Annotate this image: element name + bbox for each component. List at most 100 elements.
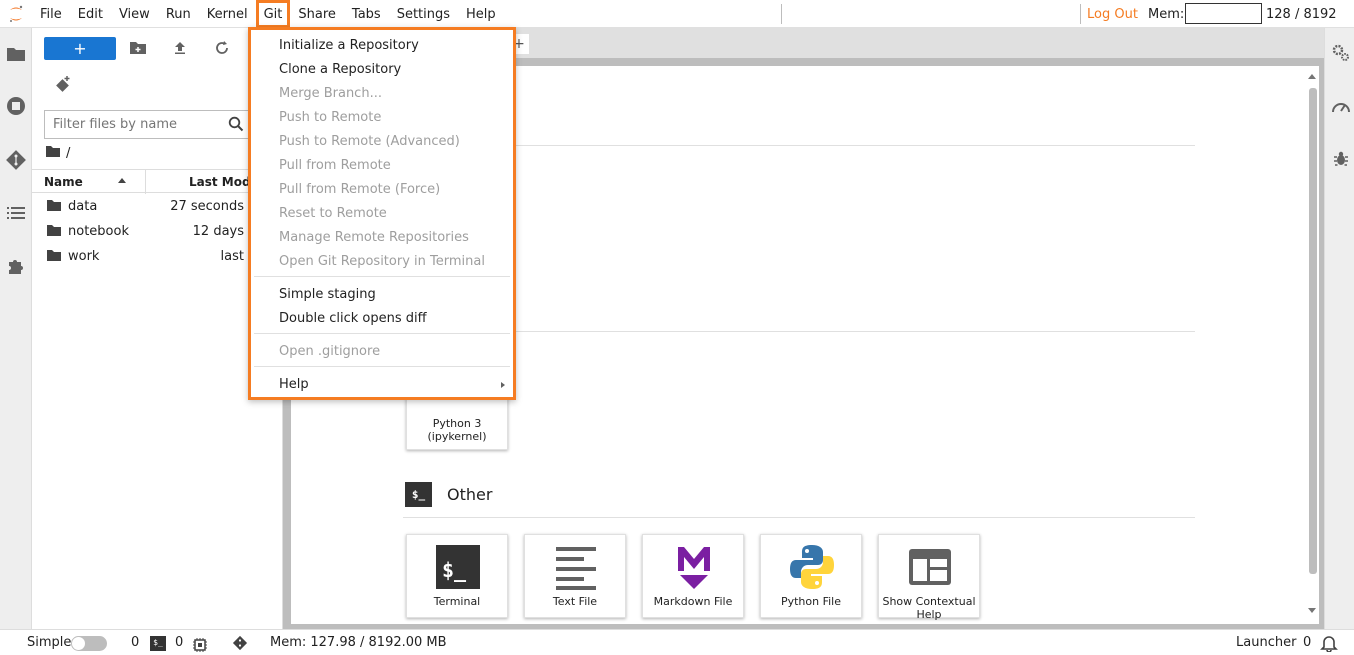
- filter-files-input[interactable]: Filter files by name: [44, 110, 252, 139]
- file-modified: 27 seconds: [170, 199, 244, 214]
- launcher-card-text-file[interactable]: Text File: [524, 534, 626, 618]
- jupyter-logo-icon[interactable]: [0, 0, 32, 28]
- menu-separator: [254, 276, 510, 277]
- memory-usage-bar: [1185, 3, 1262, 24]
- column-name[interactable]: Name: [44, 170, 83, 194]
- file-row[interactable]: notebook 12 days: [32, 219, 283, 244]
- menu-run[interactable]: Run: [158, 0, 199, 28]
- folder-icon: [47, 200, 61, 215]
- simple-mode-toggle[interactable]: [71, 636, 107, 651]
- menu-share[interactable]: Share: [290, 0, 344, 28]
- menu-item-pull-from-remote[interactable]: Pull from Remote: [279, 154, 391, 178]
- menu-settings[interactable]: Settings: [389, 0, 458, 28]
- right-sidebar: [1324, 28, 1354, 629]
- file-row[interactable]: work last: [32, 244, 283, 269]
- resource-usage-icon[interactable]: [1330, 96, 1352, 118]
- launcher-card-python-file[interactable]: Python File: [760, 534, 862, 618]
- kernel-status-icon[interactable]: [193, 636, 207, 655]
- section-divider: [403, 517, 1195, 518]
- extension-manager-icon[interactable]: [0, 252, 32, 280]
- menu-item-merge-branch[interactable]: Merge Branch...: [279, 82, 382, 106]
- notification-bell-icon[interactable]: [1320, 634, 1338, 655]
- file-list-header: Name Last Modi: [32, 169, 283, 194]
- file-row[interactable]: data 27 seconds: [32, 194, 283, 219]
- search-icon: [228, 116, 244, 132]
- menu-kernel[interactable]: Kernel: [199, 0, 256, 28]
- folder-icon[interactable]: [46, 146, 60, 161]
- launcher-card-contextual-help[interactable]: Show Contextual Help: [878, 534, 980, 621]
- debugger-icon[interactable]: [1330, 148, 1352, 170]
- card-label: Python 3 (ipykernel): [427, 417, 487, 443]
- git-icon[interactable]: [0, 146, 32, 174]
- new-folder-icon[interactable]: [128, 38, 148, 58]
- file-modified: 12 days: [192, 224, 244, 239]
- folder-icon[interactable]: [0, 40, 32, 68]
- new-launcher-button[interactable]: +: [44, 37, 116, 60]
- logout-button[interactable]: Log Out: [1087, 0, 1138, 28]
- menu-item-pull-from-remote-force[interactable]: Pull from Remote (Force): [279, 178, 440, 202]
- submenu-arrow-icon: [501, 382, 505, 388]
- running-kernels-icon[interactable]: [0, 92, 32, 120]
- git-status-icon[interactable]: [232, 635, 248, 655]
- status-bar: Simple 0 $_ 0 Mem: 127.98 / 8192.00 MB L…: [0, 629, 1354, 655]
- menu-separator: [254, 366, 510, 367]
- terminal-icon: $_: [434, 543, 482, 591]
- upload-icon[interactable]: [170, 38, 190, 58]
- menu-item-initialize-repository[interactable]: Initialize a Repository: [279, 34, 419, 58]
- contextual-help-icon: [906, 543, 954, 591]
- menu-item-open-in-terminal[interactable]: Open Git Repository in Terminal: [279, 250, 485, 274]
- menu-view[interactable]: View: [111, 0, 158, 28]
- property-inspector-icon[interactable]: [1330, 42, 1352, 64]
- card-label: Show Contextual Help: [882, 595, 976, 621]
- text-file-icon: [552, 543, 600, 591]
- menu-item-open-gitignore[interactable]: Open .gitignore: [279, 340, 380, 364]
- breadcrumb: /: [46, 146, 70, 161]
- menu-item-help[interactable]: Help: [279, 373, 309, 397]
- section-divider: [403, 331, 1195, 332]
- refresh-icon[interactable]: [212, 38, 232, 58]
- section-divider: [403, 145, 1195, 146]
- left-sidebar: [0, 28, 32, 629]
- menu-item-reset-to-remote[interactable]: Reset to Remote: [279, 202, 387, 226]
- table-of-contents-icon[interactable]: [0, 199, 32, 227]
- menu-file[interactable]: File: [32, 0, 70, 28]
- menu-edit[interactable]: Edit: [70, 0, 111, 28]
- file-name: data: [68, 199, 98, 214]
- launcher-card-terminal[interactable]: $_ Terminal: [406, 534, 508, 618]
- folder-icon: [47, 250, 61, 265]
- column-divider[interactable]: [145, 170, 146, 194]
- menu-tabs[interactable]: Tabs: [344, 0, 389, 28]
- topbar-divider: [1080, 4, 1081, 24]
- card-label: Markdown File: [653, 595, 733, 608]
- menu-item-manage-remotes[interactable]: Manage Remote Repositories: [279, 226, 469, 250]
- file-name: work: [68, 249, 100, 264]
- card-label: Python File: [780, 595, 842, 608]
- git-clone-icon[interactable]: [53, 74, 73, 94]
- breadcrumb-root[interactable]: /: [66, 146, 70, 161]
- git-dropdown-menu: Initialize a Repository Clone a Reposito…: [248, 27, 516, 400]
- kernel-count[interactable]: 0: [131, 630, 139, 655]
- terminal-section-icon: $_: [405, 482, 432, 507]
- menu-item-simple-staging[interactable]: Simple staging: [279, 283, 376, 307]
- file-modified: last: [220, 249, 244, 264]
- sort-ascending-icon: [118, 178, 126, 183]
- menu-item-double-click-diff[interactable]: Double click opens diff: [279, 307, 427, 331]
- svg-text:$_: $_: [442, 558, 467, 582]
- section-title-other: Other: [447, 485, 493, 504]
- scroll-down-arrow[interactable]: [1308, 608, 1316, 613]
- menu-git[interactable]: Git: [255, 0, 291, 28]
- terminal-count[interactable]: 0: [175, 630, 183, 655]
- column-last-modified[interactable]: Last Modi: [189, 170, 255, 194]
- menu-item-clone-repository[interactable]: Clone a Repository: [279, 58, 401, 82]
- file-name: notebook: [68, 224, 129, 239]
- menu-item-push-to-remote-advanced[interactable]: Push to Remote (Advanced): [279, 130, 460, 154]
- menu-item-push-to-remote[interactable]: Push to Remote: [279, 106, 381, 130]
- launcher-card-markdown-file[interactable]: Markdown File: [642, 534, 744, 618]
- scroll-up-arrow[interactable]: [1308, 74, 1316, 79]
- notification-count[interactable]: 0: [1303, 630, 1311, 655]
- menu-help[interactable]: Help: [458, 0, 504, 28]
- memory-status: Mem: 127.98 / 8192.00 MB: [270, 635, 447, 650]
- launcher-scrollbar[interactable]: [1309, 88, 1317, 574]
- markdown-icon: [670, 543, 718, 591]
- memory-usage-text: 128 / 8192 MB: [1266, 7, 1337, 52]
